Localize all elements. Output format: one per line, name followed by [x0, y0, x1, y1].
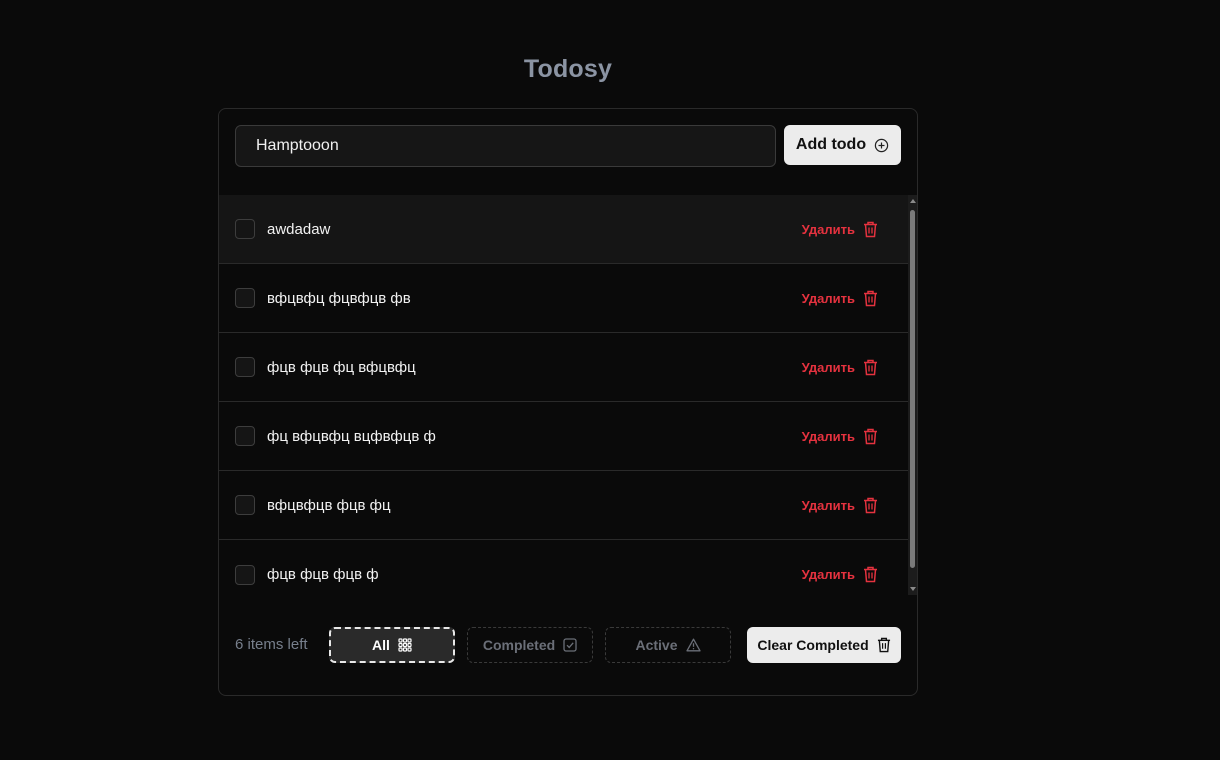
trash-icon	[877, 637, 890, 653]
filter-active-button[interactable]: Active	[605, 627, 731, 663]
delete-label: Удалить	[801, 497, 855, 513]
check-square-icon	[563, 638, 577, 652]
delete-todo-button[interactable]: Удалить	[802, 359, 878, 376]
todo-text: фц вфцвфц вцфвфцв ф	[267, 427, 436, 445]
todo-item: фцв фцв фцв ф Удалить	[219, 540, 908, 595]
delete-todo-button[interactable]: Удалить	[802, 428, 878, 445]
trash-icon	[864, 221, 877, 237]
todo-checkbox[interactable]	[235, 495, 255, 515]
todo-checkbox[interactable]	[235, 219, 255, 239]
delete-todo-button[interactable]: Удалить	[802, 290, 878, 307]
add-todo-label: Add todo	[795, 136, 867, 153]
delete-label: Удалить	[801, 221, 855, 237]
todo-checkbox[interactable]	[235, 564, 255, 585]
todo-card: Add todo awdadaw Удалить	[218, 108, 918, 696]
trash-icon	[864, 428, 877, 444]
app-title: Todosy	[523, 55, 613, 83]
add-todo-button[interactable]: Add todo	[784, 125, 901, 165]
todo-footer: 6 items left All Completed Active Clear …	[235, 627, 901, 663]
scroll-down-arrow-icon[interactable]	[910, 587, 916, 591]
todo-text: awdadaw	[267, 220, 331, 238]
delete-todo-button[interactable]: Удалить	[802, 221, 878, 238]
warning-triangle-icon	[685, 638, 701, 652]
trash-icon	[864, 290, 877, 306]
todo-text: вфцвфцв фцв фц	[267, 496, 391, 514]
clear-completed-button[interactable]: Clear Completed	[747, 627, 901, 663]
filter-active-label: Active	[635, 637, 678, 653]
clear-completed-label: Clear Completed	[757, 637, 869, 653]
list-scrollbar[interactable]	[908, 195, 917, 595]
todo-text: фцв фцв фц вфцвфц	[267, 358, 416, 376]
scroll-up-arrow-icon[interactable]	[910, 199, 916, 203]
items-left-count: 6 items left	[235, 636, 308, 653]
todo-item: фцв фцв фц вфцвфц Удалить	[219, 333, 908, 402]
new-todo-input[interactable]	[235, 125, 776, 167]
trash-icon	[864, 359, 877, 375]
todo-item: вфцвфц фцвфцв фв Удалить	[219, 264, 908, 333]
filter-all-button[interactable]: All	[329, 627, 455, 663]
filter-completed-button[interactable]: Completed	[467, 627, 593, 663]
trash-icon	[864, 497, 877, 513]
todo-text: вфцвфц фцвфцв фв	[267, 289, 411, 307]
delete-label: Удалить	[801, 567, 855, 582]
todo-checkbox[interactable]	[235, 426, 255, 446]
delete-todo-button[interactable]: Удалить	[802, 497, 878, 514]
delete-todo-button[interactable]: Удалить	[802, 566, 878, 583]
trash-icon	[864, 566, 877, 583]
todo-item: фц вфцвфц вцфвфцв ф Удалить	[219, 402, 908, 471]
new-todo-row: Add todo	[235, 125, 901, 167]
todo-item: вфцвфцв фцв фц Удалить	[219, 471, 908, 540]
delete-label: Удалить	[801, 290, 855, 306]
todo-list: awdadaw Удалить вфцвфц фцвфцв фв Удалить	[219, 195, 917, 595]
todo-checkbox[interactable]	[235, 288, 255, 308]
delete-label: Удалить	[801, 359, 855, 375]
plus-circle-icon	[874, 138, 889, 152]
todo-text: фцв фцв фцв ф	[267, 566, 379, 583]
filter-all-label: All	[372, 637, 390, 653]
grid-icon	[398, 638, 412, 652]
scroll-thumb[interactable]	[910, 210, 915, 568]
todo-checkbox[interactable]	[235, 357, 255, 377]
todo-item: awdadaw Удалить	[219, 195, 908, 264]
filter-completed-label: Completed	[482, 637, 556, 653]
delete-label: Удалить	[801, 428, 855, 444]
